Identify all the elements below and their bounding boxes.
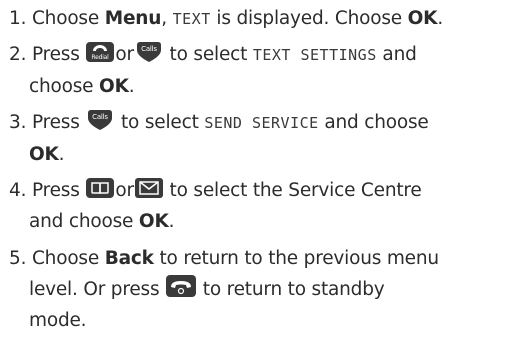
calls-key-icon: Calls (85, 109, 115, 131)
step-number: 3. (9, 112, 27, 133)
redial-key-icon: Redial (85, 41, 115, 63)
step-number: 2. (9, 44, 27, 65)
end-call-key-icon (165, 274, 197, 298)
svg-text:Calls: Calls (92, 113, 108, 121)
envelope-key-icon (134, 177, 164, 199)
ok-label: OK (29, 144, 59, 165)
svg-text:Redial: Redial (92, 54, 110, 61)
display-text: TEXT (172, 10, 211, 28)
step-3: 3. Press Calls to select SEND SERVICE an… (9, 107, 502, 170)
step-number: 4. (9, 180, 27, 201)
svg-text:Calls: Calls (141, 45, 157, 53)
step-4: 4. Press or to select the Service Centre… (9, 175, 502, 237)
display-text: SEND SERVICE (204, 114, 319, 132)
step-number: 5. (9, 248, 27, 269)
back-label: Back (104, 248, 154, 269)
instructions-list: 1. Choose Menu, TEXT is displayed. Choos… (0, 0, 506, 343)
ok-label: OK (138, 211, 169, 232)
step-1: 1. Choose Menu, TEXT is displayed. Choos… (9, 8, 443, 29)
step-number: 1. (9, 8, 27, 29)
menu-label: Menu (104, 8, 162, 29)
ok-label: OK (407, 8, 438, 29)
display-text: TEXT SETTINGS (252, 46, 377, 64)
step-text: Choose (31, 8, 105, 29)
calls-key-icon: Calls (134, 41, 164, 63)
step-2: 2. Press Redial or Calls to select TEXT SE… (9, 39, 502, 102)
ok-label: OK (99, 76, 129, 97)
step-5: 5. Choose Back to return to the previous… (9, 248, 439, 331)
phonebook-key-icon (85, 177, 115, 199)
